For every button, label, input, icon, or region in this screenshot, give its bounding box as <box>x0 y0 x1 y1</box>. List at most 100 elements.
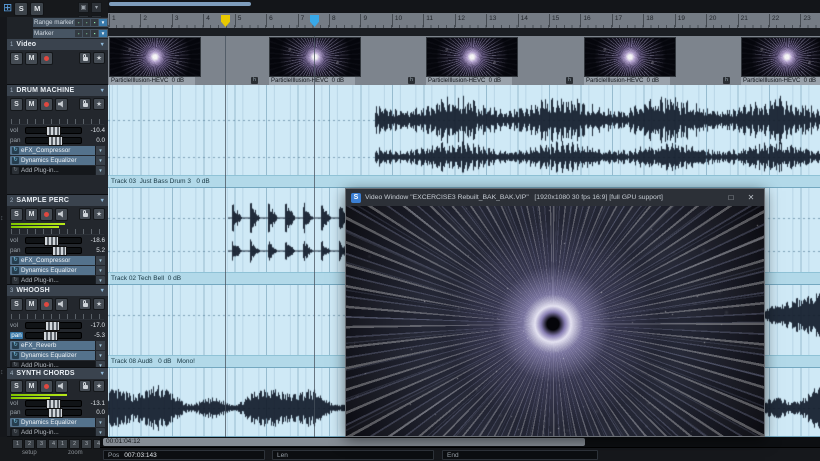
video-thumbnail[interactable] <box>741 37 820 77</box>
slider-handle[interactable] <box>52 246 67 256</box>
slider-handle[interactable] <box>44 236 59 246</box>
video-window[interactable]: S Video Window "EXCERCISE3 Rebuilt_BAK_B… <box>345 188 765 437</box>
video-clip[interactable]: ParticleIllusion-HEVC 0 dB <box>268 36 418 85</box>
end-field[interactable]: End <box>442 450 598 460</box>
video-thumbnail[interactable] <box>269 37 361 77</box>
track-manager-icon[interactable]: ⊞ <box>3 3 12 14</box>
volume-slider[interactable] <box>25 322 82 329</box>
chevron-down-icon[interactable]: ▼ <box>95 166 105 175</box>
clip-marker-icon[interactable]: h <box>251 77 258 84</box>
plugin-power-icon[interactable]: ↻ <box>12 267 19 274</box>
position-field[interactable]: Pos 007:03:143 <box>103 450 265 460</box>
star-icon[interactable]: ★ <box>93 298 105 310</box>
monitor-button[interactable] <box>55 298 68 311</box>
slider-handle[interactable] <box>45 321 60 331</box>
record-button[interactable] <box>40 208 53 221</box>
chevron-down-icon[interactable]: ▼ <box>95 156 105 165</box>
solo-button[interactable]: S <box>10 298 23 311</box>
chevron-down-icon[interactable]: ▼ <box>99 19 107 26</box>
video-thumbnail[interactable] <box>109 37 201 77</box>
chevron-down-icon[interactable]: ▼ <box>95 361 105 368</box>
mute-button[interactable]: M <box>25 208 38 221</box>
plugin-power-icon[interactable]: ↻ <box>12 352 19 359</box>
chevron-down-icon[interactable]: ▼ <box>100 88 105 94</box>
monitor-button[interactable] <box>55 98 68 111</box>
add-plugin-slot[interactable]: ↻ Add Plug-in... ▼ <box>10 361 105 368</box>
pan-slider[interactable] <box>25 247 82 254</box>
plugin-power-icon[interactable]: ↻ <box>12 419 19 426</box>
video-clip[interactable]: ParticleIllusion-HEVC 0 dB <box>108 36 258 85</box>
solo-button[interactable]: S <box>10 52 23 65</box>
plugin-slot[interactable]: ↻ eFX_Compressor ▼ <box>10 256 105 265</box>
sidebar-splitter[interactable]: ↕ ↕ <box>0 17 7 437</box>
lock-icon[interactable]: ▪ <box>91 19 98 26</box>
setup-button-1[interactable]: 1 <box>12 439 23 449</box>
position-marker[interactable] <box>310 15 319 27</box>
chevron-down-icon[interactable]: ▼ <box>95 341 105 350</box>
position-cursor-line[interactable] <box>314 36 315 437</box>
range-marker-row[interactable]: Range marker ▫ ▫ ▪ ▼ <box>33 18 108 27</box>
chevron-down-icon[interactable]: ▼ <box>100 198 105 204</box>
video-clip[interactable]: ParticleIllusion-HEVC 0 dB <box>740 36 820 85</box>
add-plugin-slot[interactable]: ↻ Add Plug-in... ▼ <box>10 276 105 285</box>
solo-button[interactable]: S <box>10 380 23 393</box>
chevron-down-icon[interactable]: ▾ <box>91 2 102 13</box>
chevron-down-icon[interactable]: ▼ <box>100 42 105 48</box>
marker-tool-icon[interactable]: ▫ <box>83 30 90 37</box>
chevron-down-icon[interactable]: ▼ <box>95 351 105 360</box>
track-header[interactable]: 1 Video ▼ <box>7 39 108 50</box>
plugin-slot[interactable]: ↻ eFX_Reverb ▼ <box>10 341 105 350</box>
video-thumbnail[interactable] <box>584 37 676 77</box>
setup-button-3[interactable]: 3 <box>36 439 47 449</box>
track-header[interactable]: 1 DRUM MACHINE ▼ <box>7 85 108 96</box>
plugin-power-icon[interactable]: ↻ <box>12 342 19 349</box>
scrollbar-handle[interactable] <box>103 438 585 446</box>
plugin-slot[interactable]: ↻ eFX_Compressor ▼ <box>10 146 105 155</box>
chevron-down-icon[interactable]: ▼ <box>100 371 105 377</box>
play-cursor-line[interactable] <box>225 36 226 437</box>
monitor-button[interactable] <box>55 380 68 393</box>
lock-icon[interactable] <box>79 380 91 392</box>
marker-tool-icon[interactable]: ▫ <box>83 19 90 26</box>
horizontal-scrollbar[interactable]: 00:01:04:12 <box>100 437 820 447</box>
video-clip[interactable]: ParticleIllusion-HEVC 0 dB <box>425 36 575 85</box>
mute-button[interactable]: M <box>25 98 38 111</box>
resize-handle-icon[interactable]: ↕ <box>0 215 4 222</box>
plugin-power-icon[interactable]: ↻ <box>12 147 19 154</box>
lock-icon[interactable]: ▣ <box>78 2 89 13</box>
track-lane-drums[interactable]: Track 03 Just Bass Drum 3 0 dB <box>108 85 820 188</box>
star-icon[interactable]: ★ <box>93 208 105 220</box>
video-thumbnail[interactable] <box>426 37 518 77</box>
solo-button[interactable]: S <box>10 208 23 221</box>
star-icon[interactable]: ★ <box>93 52 105 64</box>
track-header[interactable]: 4 SYNTH CHORDS ▼ <box>7 368 108 379</box>
waveform-drums[interactable] <box>108 85 820 176</box>
add-plugin-slot[interactable]: ↻ Add Plug-in... ▼ <box>10 428 105 437</box>
overview-strip[interactable] <box>108 0 820 13</box>
marker-row[interactable]: Marker ▫ ▫ ▪ ▼ <box>33 29 108 38</box>
chevron-down-icon[interactable]: ▼ <box>95 276 105 285</box>
lock-icon[interactable] <box>79 98 91 110</box>
solo-button[interactable]: S <box>10 98 23 111</box>
chevron-down-icon[interactable]: ▼ <box>95 256 105 265</box>
plugin-slot[interactable]: ↻ Dynamics Equalizer ▼ <box>10 418 105 427</box>
resize-handle-icon[interactable]: ↕ <box>0 369 4 376</box>
slider-handle[interactable] <box>48 408 63 418</box>
plugin-slot[interactable]: ↻ Dynamics Equalizer ▼ <box>10 156 105 165</box>
lock-icon[interactable]: ▪ <box>91 30 98 37</box>
global-mute-button[interactable]: M <box>30 2 44 16</box>
video-track-lane[interactable]: ParticleIllusion-HEVC 0 dB ParticleIllus… <box>108 36 820 86</box>
chevron-down-icon[interactable]: ▼ <box>95 266 105 275</box>
video-preview[interactable] <box>346 206 764 436</box>
volume-slider[interactable] <box>25 127 82 134</box>
mute-button[interactable]: M <box>25 380 38 393</box>
chevron-down-icon[interactable]: ▼ <box>95 418 105 427</box>
clip-marker-icon[interactable]: h <box>723 77 730 84</box>
zoom-button-3[interactable]: 3 <box>81 439 92 449</box>
pan-slider[interactable] <box>25 137 82 144</box>
slider-handle[interactable] <box>48 136 63 146</box>
star-icon[interactable]: ★ <box>93 380 105 392</box>
zoom-button-2[interactable]: 2 <box>69 439 80 449</box>
pan-slider[interactable] <box>25 409 82 416</box>
visible-range-indicator[interactable] <box>109 2 251 6</box>
